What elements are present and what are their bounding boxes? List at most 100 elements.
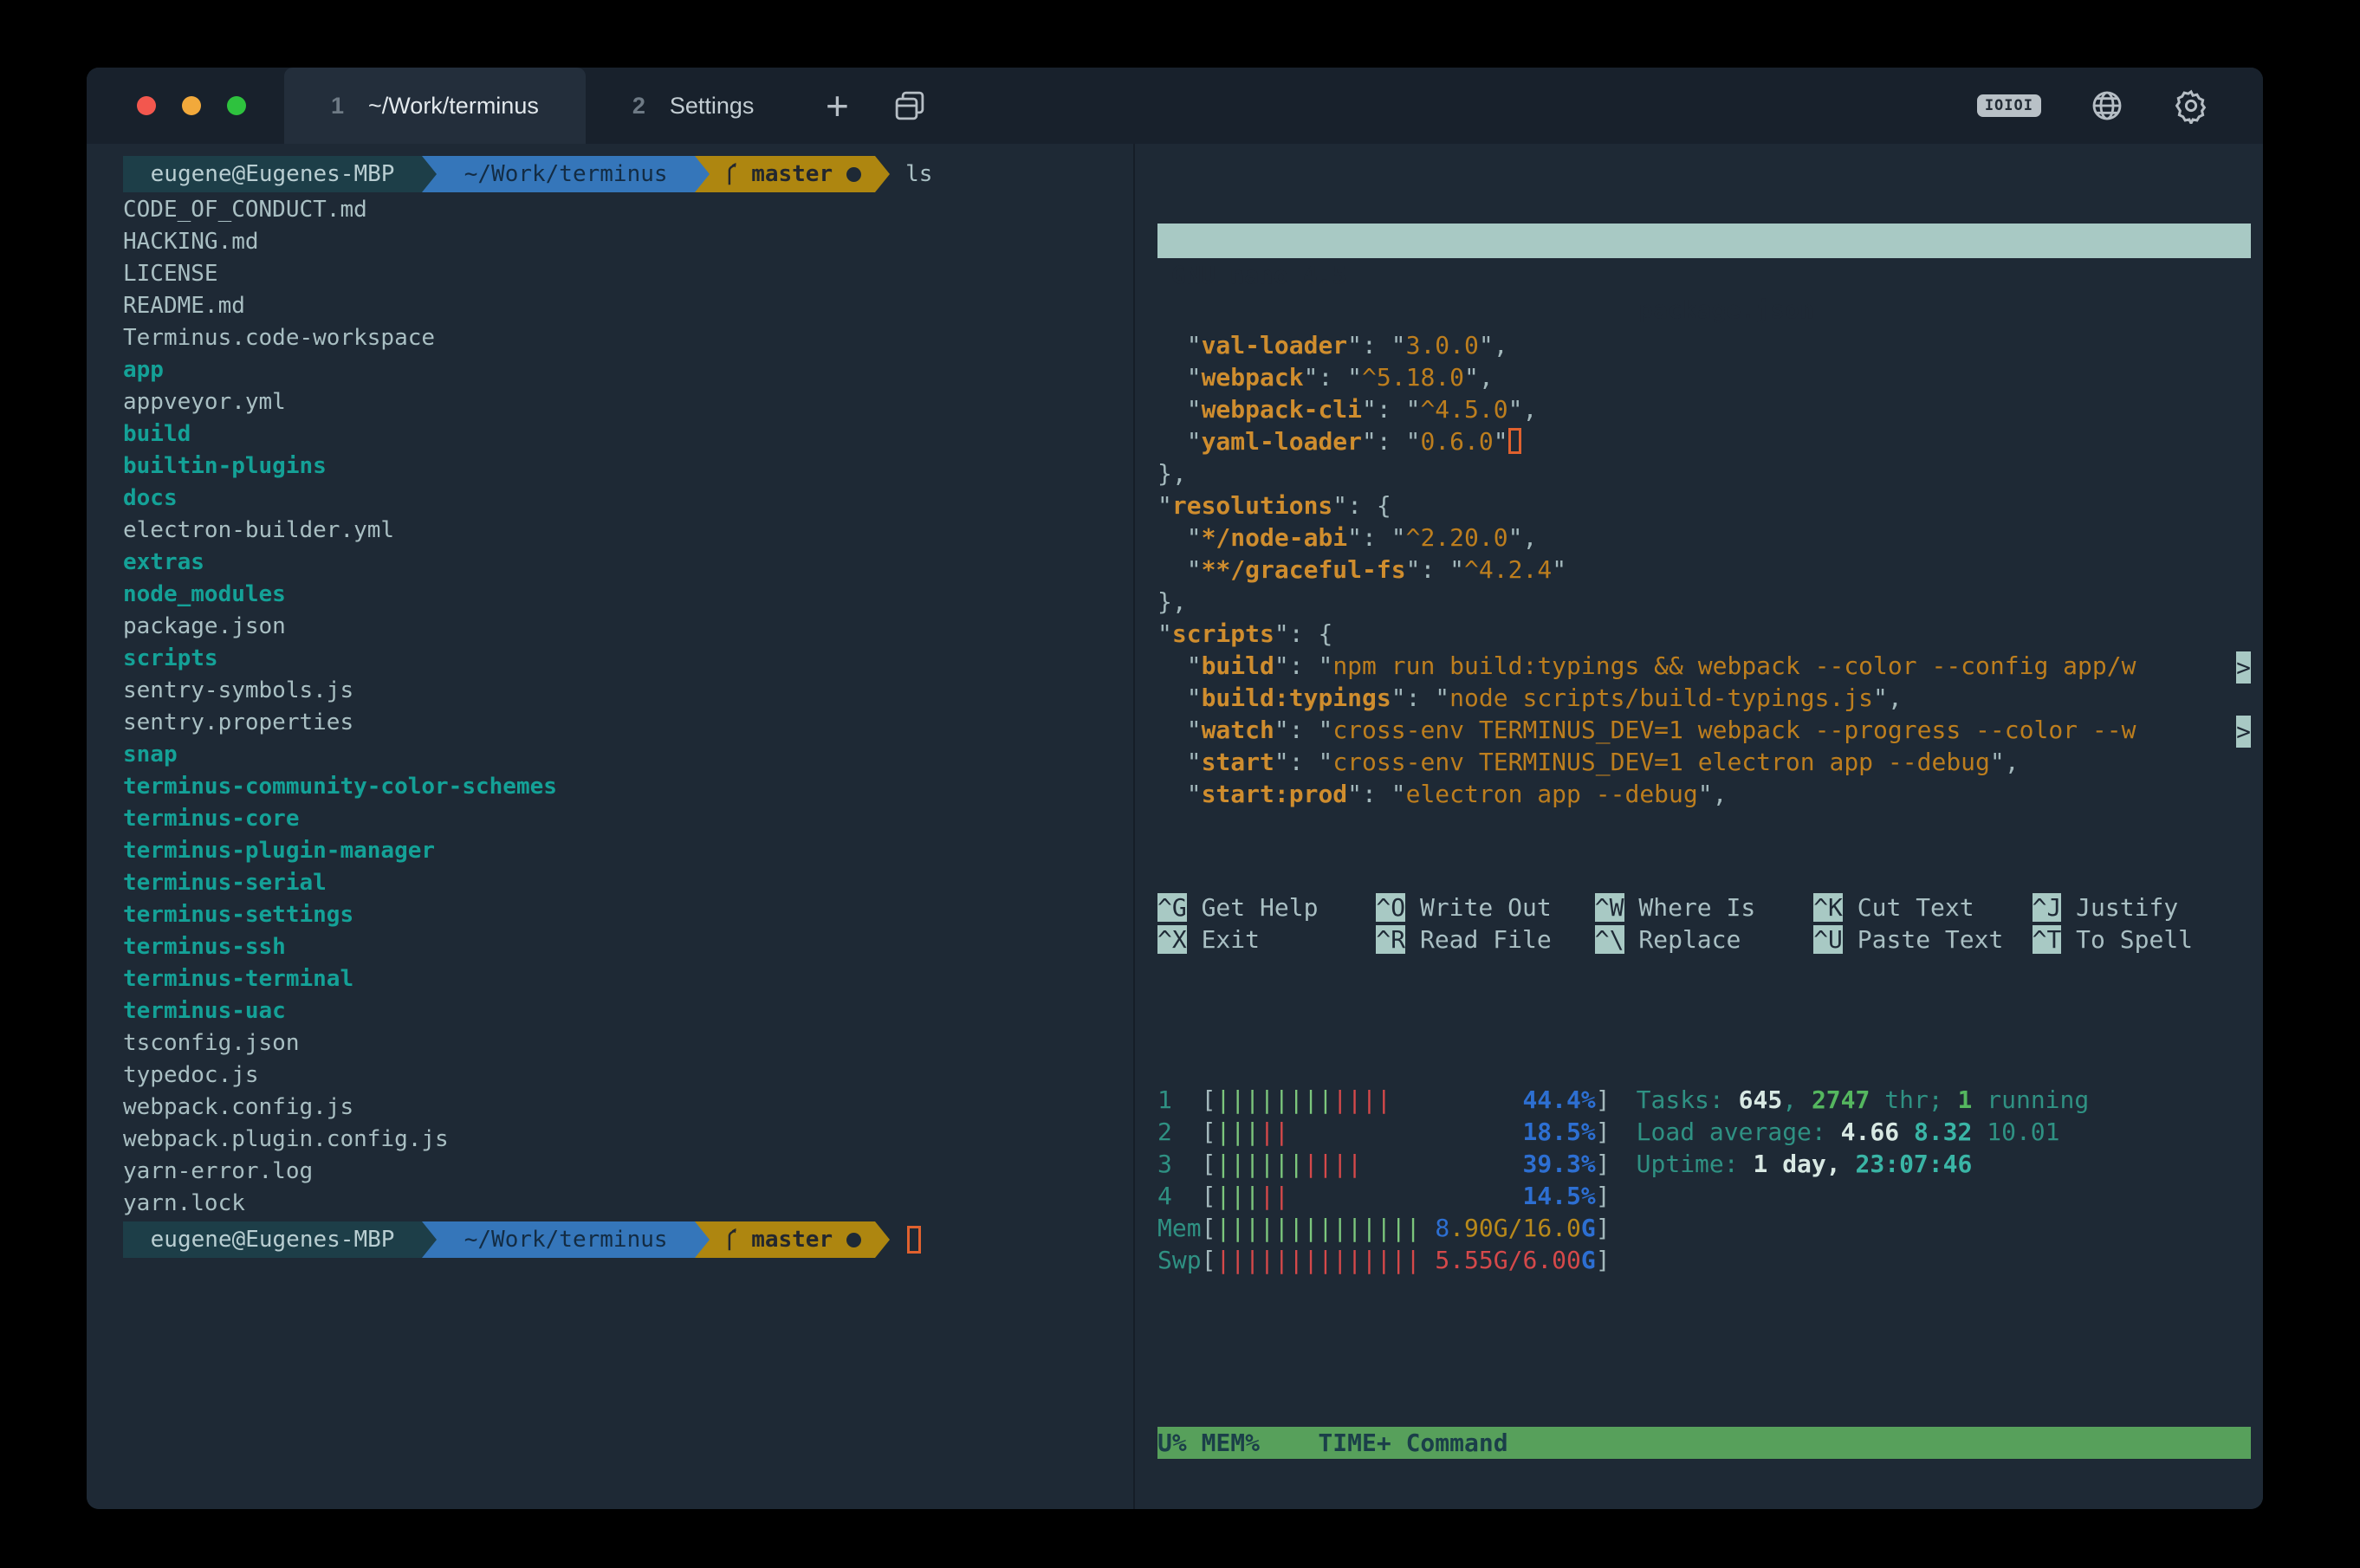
file-list-item: package.json bbox=[123, 611, 1133, 643]
file-list-item: appveyor.yml bbox=[123, 386, 1133, 418]
nano-shortcut: ^K Cut Text bbox=[1813, 891, 2032, 923]
file-list-item: terminus-core bbox=[123, 803, 1133, 835]
close-window-button[interactable] bbox=[137, 96, 156, 115]
file-list-item: electron-builder.yml bbox=[123, 515, 1133, 547]
shell-pane[interactable]: eugene@Eugenes-MBP ~/Work/terminus maste… bbox=[87, 144, 1133, 1509]
nano-shortcut: ^G Get Help bbox=[1157, 891, 1376, 923]
powerline-arrow-icon bbox=[422, 1221, 437, 1258]
prompt-git-segment: master bbox=[710, 156, 875, 192]
right-split-pane[interactable]: GNU nano 4.5 package.json "val-loader": … bbox=[1133, 144, 2263, 1509]
shell-prompt: eugene@Eugenes-MBP ~/Work/terminus maste… bbox=[123, 1221, 1133, 1258]
terminus-window: 1 ~/Work/terminus 2 Settings + IOIOI bbox=[87, 68, 2263, 1509]
meter-line: 2 [||||| 18.5%] bbox=[1157, 1116, 1611, 1148]
plus-icon: + bbox=[826, 86, 849, 126]
nano-shortcut: ^T To Spell bbox=[2033, 923, 2251, 956]
tab-work-terminus[interactable]: 1 ~/Work/terminus bbox=[284, 68, 586, 144]
new-tab-button[interactable]: + bbox=[801, 68, 873, 144]
meter-line: 1 [|||||||||||| 44.4%] bbox=[1157, 1084, 1611, 1116]
nano-code-line: "webpack-cli": "^4.5.0", bbox=[1157, 393, 2251, 425]
file-list-item: terminus-uac bbox=[123, 995, 1133, 1027]
git-branch-name: master bbox=[751, 1224, 833, 1256]
tab-number: 2 bbox=[632, 93, 645, 120]
tabbar-spacer bbox=[946, 68, 1976, 144]
meter-bars-green: |||||| bbox=[1216, 1150, 1303, 1178]
nano-code-line: "yaml-loader": "0.6.0" bbox=[1157, 425, 2251, 457]
powerline-arrow-icon bbox=[875, 1221, 890, 1258]
globe-ssh-icon[interactable] bbox=[2090, 88, 2124, 123]
split-windows-icon[interactable] bbox=[873, 68, 946, 144]
nano-shortcut: ^X Exit bbox=[1157, 923, 1376, 956]
meter-bars-red: |||| bbox=[1304, 1150, 1362, 1178]
git-branch-name: master bbox=[751, 159, 833, 191]
meter-bars-red: |||||||||||||| bbox=[1216, 1246, 1420, 1274]
nano-code-line: "watch": "cross-env TERMINUS_DEV=1 webpa… bbox=[1157, 714, 2251, 746]
shortcut-label: Replace bbox=[1624, 925, 1741, 954]
meter-bars-green: |||||||| bbox=[1216, 1085, 1332, 1114]
nano-code-line: }, bbox=[1157, 457, 2251, 489]
nano-pane[interactable]: GNU nano 4.5 package.json "val-loader": … bbox=[1157, 159, 2251, 1020]
meter-bars-green: ||| bbox=[1216, 1118, 1260, 1146]
shortcut-key: ^U bbox=[1813, 925, 1843, 954]
line-continues-icon: > bbox=[2236, 716, 2251, 748]
shortcut-key: ^W bbox=[1595, 893, 1624, 922]
shortcut-key: ^X bbox=[1157, 925, 1187, 954]
meter-line: 4 [||||| 14.5%] bbox=[1157, 1180, 1611, 1212]
nano-version: GNU nano 4.5 bbox=[1171, 258, 1346, 293]
prompt-user-segment: eugene@Eugenes-MBP bbox=[123, 156, 422, 192]
tab-number: 1 bbox=[331, 93, 344, 120]
shortcut-label: Where Is bbox=[1624, 893, 1756, 922]
process-table: U% MEM% TIME+ Command .0 0.2 0:22.66 /Sy… bbox=[1157, 1363, 2251, 1509]
stat-line: Uptime: 1 day, 23:07:46 bbox=[1637, 1148, 2090, 1180]
process-table-header: U% MEM% TIME+ Command bbox=[1157, 1427, 2251, 1459]
file-list-item: scripts bbox=[123, 643, 1133, 675]
file-list-item: terminus-settings bbox=[123, 899, 1133, 931]
git-dirty-dot-icon bbox=[846, 1233, 861, 1247]
meter-bars-red: || bbox=[1260, 1118, 1289, 1146]
nano-filename: package.json bbox=[1638, 293, 1813, 327]
file-list-item: yarn-error.log bbox=[123, 1156, 1133, 1188]
file-list-item: terminus-plugin-manager bbox=[123, 835, 1133, 867]
nano-code-line: "*/node-abi": "^2.20.0", bbox=[1157, 522, 2251, 554]
file-list-item: snap bbox=[123, 739, 1133, 771]
shortcut-label: Paste Text bbox=[1843, 925, 2003, 954]
settings-gear-icon[interactable] bbox=[2173, 87, 2209, 124]
file-list-item: webpack.plugin.config.js bbox=[123, 1124, 1133, 1156]
nano-editor-text: "val-loader": "3.0.0", "webpack": "^5.18… bbox=[1157, 329, 2251, 810]
zoom-window-button[interactable] bbox=[227, 96, 246, 115]
shortcut-key: ^T bbox=[2033, 925, 2062, 954]
git-dirty-dot-icon bbox=[846, 167, 861, 182]
file-list-item: app bbox=[123, 354, 1133, 386]
file-list-item: builtin-plugins bbox=[123, 450, 1133, 483]
serial-ports-icon[interactable]: IOIOI bbox=[1977, 94, 2041, 117]
file-list-item: webpack.config.js bbox=[123, 1092, 1133, 1124]
file-list-item: yarn.lock bbox=[123, 1188, 1133, 1220]
nano-code-line: "start": "cross-env TERMINUS_DEV=1 elect… bbox=[1157, 746, 2251, 778]
nano-code-line: }, bbox=[1157, 586, 2251, 618]
shortcut-label: Write Out bbox=[1405, 893, 1552, 922]
file-list-item: sentry.properties bbox=[123, 707, 1133, 739]
file-list-item: LICENSE bbox=[123, 258, 1133, 290]
shortcut-label: Read File bbox=[1405, 925, 1552, 954]
powerline-arrow-icon bbox=[695, 156, 710, 192]
powerline-arrow-icon bbox=[422, 156, 437, 192]
git-branch-icon bbox=[723, 161, 742, 187]
nano-code-line: "build": "npm run build:typings && webpa… bbox=[1157, 650, 2251, 682]
minimize-window-button[interactable] bbox=[182, 96, 201, 115]
nano-cursor bbox=[1508, 428, 1521, 454]
nano-title-bar: GNU nano 4.5 package.json bbox=[1157, 224, 2251, 258]
shortcut-key: ^G bbox=[1157, 893, 1187, 922]
htop-pane[interactable]: 1 [|||||||||||| 44.4%]2 [||||| 18.5%]3 [… bbox=[1157, 1020, 2251, 1509]
shortcut-key: ^J bbox=[2033, 893, 2062, 922]
tab-title: ~/Work/terminus bbox=[368, 93, 539, 120]
file-list-item: CODE_OF_CONDUCT.md bbox=[123, 194, 1133, 226]
tab-settings[interactable]: 2 Settings bbox=[586, 68, 801, 144]
nano-shortcut: ^W Where Is bbox=[1595, 891, 1813, 923]
line-continues-icon: > bbox=[2236, 651, 2251, 684]
git-branch-icon bbox=[723, 1227, 742, 1253]
file-list-item: terminus-community-color-schemes bbox=[123, 771, 1133, 803]
window-controls bbox=[87, 68, 284, 144]
shortcut-key: ^K bbox=[1813, 893, 1843, 922]
meter-line: Mem[|||||||||||||| 8.90G/16.0G] bbox=[1157, 1212, 1611, 1244]
file-list-item: tsconfig.json bbox=[123, 1027, 1133, 1059]
file-list-item: extras bbox=[123, 547, 1133, 579]
